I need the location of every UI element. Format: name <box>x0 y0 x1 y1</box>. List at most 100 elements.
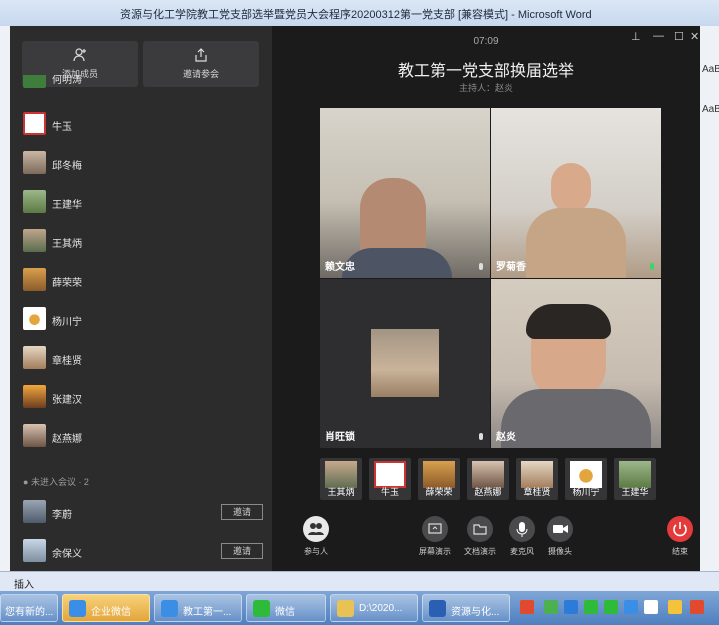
wechat-tray-icon-2[interactable] <box>604 600 618 614</box>
camera-button[interactable]: 摄像头 <box>540 516 580 557</box>
doc-share-button[interactable]: 文档演示 <box>458 516 502 557</box>
bluetooth-icon[interactable] <box>564 600 578 614</box>
list-item[interactable]: 何明涛 <box>10 75 272 95</box>
camera-label: 摄像头 <box>548 547 572 556</box>
taskbar-label: 企业微信 <box>91 607 131 618</box>
word-status-bar: 插入 <box>0 571 719 591</box>
thumbnail-video <box>325 461 357 488</box>
tile-name: 赖文忠 <box>325 262 355 273</box>
microphone-icon <box>509 516 535 542</box>
video-tile[interactable]: 赵炎 <box>491 279 661 448</box>
avatar <box>23 112 46 135</box>
member-name: 张建汉 <box>52 395 82 406</box>
host-label: 主持人：赵炎 <box>458 83 513 93</box>
add-person-icon <box>73 48 86 62</box>
avatar <box>23 539 46 562</box>
meeting-window: 添加成员 邀请参会 何明涛 牛玉 邱冬梅 王建华 王其炳 薛荣荣 杨川宁 章桂贤… <box>10 26 700 571</box>
mic-icon <box>479 433 483 440</box>
taskbar-word[interactable]: 资源与化... <box>422 594 510 622</box>
thumbnail[interactable]: 王其炳 <box>320 458 362 500</box>
folder-icon <box>337 600 354 617</box>
not-joined-label: 未进入会议 · 2 <box>30 477 89 487</box>
avatar <box>23 75 46 88</box>
list-item[interactable]: 邱冬梅 <box>10 145 272 184</box>
list-item[interactable]: 章桂贤 <box>10 340 272 379</box>
member-name: 余保义 <box>52 549 82 560</box>
thumbnail-label: 薛荣荣 <box>425 487 453 497</box>
list-item[interactable]: 杨川宁 <box>10 301 272 340</box>
page-title: 教工第一党支部换届选举 <box>397 63 574 80</box>
video-tile[interactable]: 赖文忠 <box>320 108 490 278</box>
thumbnail[interactable]: 赵燕娜 <box>467 458 509 500</box>
insert-mode[interactable]: 插入 <box>14 576 34 591</box>
taskbar-label: D:\2020... <box>359 603 403 614</box>
member-name: 王其炳 <box>52 239 82 250</box>
people-icon <box>303 516 329 542</box>
screen-share-button[interactable]: 屏幕演示 <box>413 516 457 557</box>
taskbar-label: 微信 <box>275 607 295 618</box>
tile-name: 肖旺锁 <box>325 432 355 443</box>
thumbnail-label: 章桂贤 <box>523 487 551 497</box>
participant-shoulders <box>342 248 452 278</box>
word-title-text: 资源与化工学院教工党支部选举暨党员大会程序20200312第一党支部 [兼容模式… <box>120 9 592 21</box>
notification-icon[interactable] <box>644 600 658 614</box>
thumbnail[interactable]: 王建华 <box>614 458 656 500</box>
invite-button[interactable]: 邀请 <box>221 504 263 520</box>
video-tile[interactable]: 罗菊香 <box>491 108 661 278</box>
thumbnail-label: 王其炳 <box>327 487 355 497</box>
doc-share-label: 文档演示 <box>464 547 496 556</box>
screen-share-icon <box>422 516 448 542</box>
taskbar-wecom[interactable]: 企业微信 <box>62 594 150 622</box>
thumbnail-video <box>521 461 553 488</box>
invite-button[interactable]: 邀请 <box>221 543 263 559</box>
participants-button[interactable]: 参与人 <box>288 516 344 557</box>
member-name: 赵燕娜 <box>52 434 82 445</box>
list-item[interactable]: 牛玉 <box>10 106 272 145</box>
taskbar-wechat[interactable]: 微信 <box>246 594 326 622</box>
list-item[interactable]: 李蔚 邀请 <box>10 494 272 533</box>
app-tray-icon[interactable] <box>544 600 558 614</box>
participant-shoulders <box>526 208 626 278</box>
wechat-tray-icon[interactable] <box>584 600 598 614</box>
wechat-icon <box>253 600 270 617</box>
thumbnail[interactable]: 薛荣荣 <box>418 458 460 500</box>
avatar <box>23 346 46 369</box>
taskbar-folder[interactable]: D:\2020... <box>330 594 418 622</box>
tray-icon-last[interactable] <box>690 600 704 614</box>
thumbnail[interactable]: 杨川宁 <box>565 458 607 500</box>
meeting-main: ⊥ — ☐ ✕ 07:09 教工第一党支部换届选举 主持人：赵炎 赖文忠 罗菊香… <box>272 26 700 571</box>
thumbnail[interactable]: 牛玉 <box>369 458 411 500</box>
taskbar: 您有新的... 企业微信 教工第一... 微信 D:\2020... 资源与化.… <box>0 591 719 625</box>
member-name: 杨川宁 <box>52 317 82 328</box>
qq-icon[interactable] <box>624 600 638 614</box>
taskbar-notification[interactable]: 您有新的... <box>0 594 58 622</box>
end-label: 结束 <box>672 547 688 556</box>
avatar <box>23 385 46 408</box>
end-meeting-button[interactable]: 结束 <box>663 516 697 557</box>
list-item[interactable]: 王其炳 <box>10 223 272 262</box>
microphone-button[interactable]: 麦克风 <box>502 516 542 557</box>
video-tile[interactable]: 肖旺锁 <box>320 279 490 448</box>
list-item[interactable]: 王建华 <box>10 184 272 223</box>
avatar <box>371 329 439 397</box>
style-preview-2[interactable]: AaB <box>702 104 719 115</box>
thumbnail-video <box>570 461 602 488</box>
list-item[interactable]: 余保义 邀请 <box>10 533 272 572</box>
word-icon <box>429 600 446 617</box>
list-item[interactable]: 赵燕娜 <box>10 418 272 457</box>
thumbnail-video <box>472 461 504 488</box>
thumbnail[interactable]: 章桂贤 <box>516 458 558 500</box>
word-left-edge <box>0 26 10 571</box>
list-item[interactable]: 张建汉 <box>10 379 272 418</box>
thumbnail-video <box>374 461 406 488</box>
microphone-label: 麦克风 <box>510 547 534 556</box>
avatar <box>23 500 46 523</box>
sogou-icon[interactable] <box>520 600 534 614</box>
video-grid: 赖文忠 罗菊香 肖旺锁 赵炎 <box>320 108 661 448</box>
tray-status-icon[interactable] <box>668 600 682 614</box>
camera-icon <box>547 516 573 542</box>
list-item[interactable]: 薛荣荣 <box>10 262 272 301</box>
avatar <box>23 190 46 213</box>
style-preview-1[interactable]: AaB <box>702 64 719 75</box>
taskbar-meeting[interactable]: 教工第一... <box>154 594 242 622</box>
